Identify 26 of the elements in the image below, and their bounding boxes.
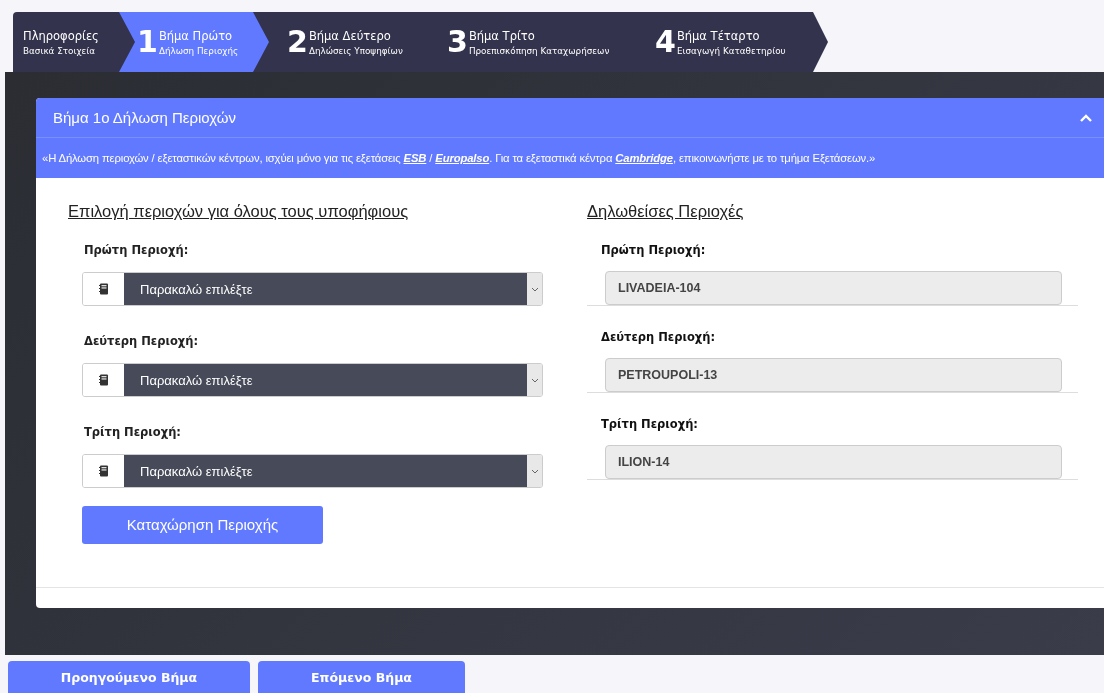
field-label: Πρώτη Περιοχή: <box>601 243 707 257</box>
previous-step-button[interactable]: Προηγούμενο Βήμα <box>8 661 250 693</box>
field-label: Δεύτερη Περιοχή: <box>84 334 200 348</box>
collapse-icon[interactable] <box>1080 113 1092 122</box>
book-icon <box>98 374 109 386</box>
wizard-step[interactable]: Πληροφορίες Βασικά Στοιχεία <box>13 12 119 72</box>
field-label: Πρώτη Περιοχή: <box>84 243 190 257</box>
next-step-button[interactable]: Επόμενο Βήμα <box>258 661 465 693</box>
dropdown-caret-icon <box>530 468 539 474</box>
dropdown-caret-icon <box>530 286 539 292</box>
area-select[interactable]: Παρακαλώ επιλέξτε <box>82 363 543 397</box>
book-icon <box>98 283 109 295</box>
book-icon <box>98 465 109 477</box>
panel-title: Βήμα 1ο Δήλωση Περιοχών <box>53 109 236 126</box>
notice-link[interactable]: Cambridge <box>615 152 673 164</box>
submit-button[interactable]: Καταχώρηση Περιοχής <box>82 505 323 544</box>
field-label: Τρίτη Περιοχή: <box>84 425 182 439</box>
field-label: Τρίτη Περιοχή: <box>601 417 699 431</box>
area-select[interactable]: Παρακαλώ επιλέξτε <box>82 454 543 488</box>
notice-link[interactable]: ESB <box>403 152 427 164</box>
area-select[interactable]: Παρακαλώ επιλέξτε <box>82 272 543 306</box>
notice-text: «Η Δήλωση περιοχών / εξεταστικών κέντρων, ισχύει μόνο για τις εξετάσεις ESB / Europalso. Για τα εξεταστικά κέντρα Cambridge, επικοινωνήστε με το τμήμα Εξετάσεων.» <box>42 152 876 164</box>
section-heading: Επιλογή περιοχών για όλους τους υποφήφιους <box>68 202 410 221</box>
section-heading: Δηλωθείσες Περιοχές <box>587 202 745 221</box>
dropdown-caret-icon <box>530 377 539 383</box>
field-label: Δεύτερη Περιοχή: <box>601 330 717 344</box>
